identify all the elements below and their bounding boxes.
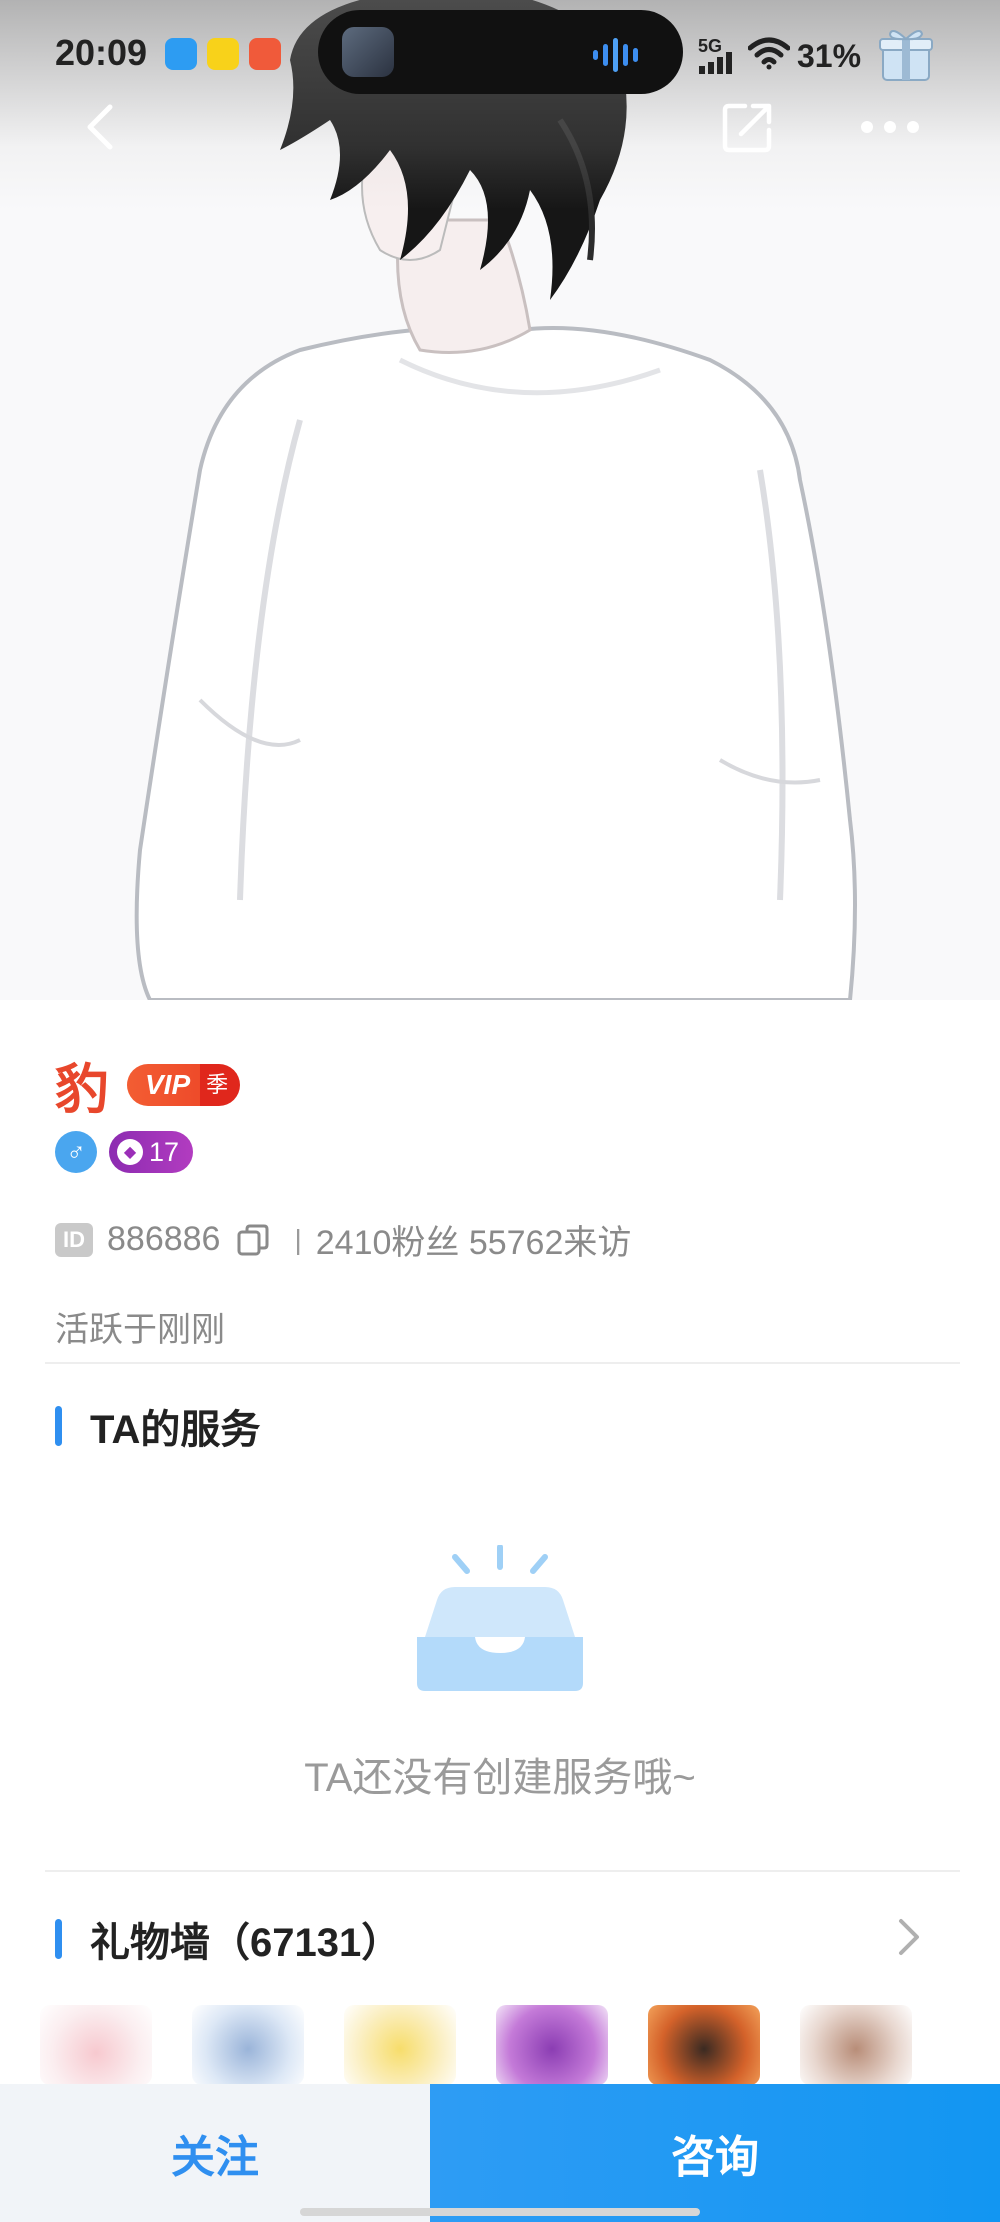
services-section-title: TA的服务 [55, 1397, 260, 1455]
profile-name-row: 豹 VIP 季 [55, 1045, 241, 1124]
copy-icon[interactable] [236, 1223, 270, 1257]
profile-name: 豹 [55, 1058, 109, 1121]
level-value: 17 [149, 1136, 180, 1167]
gift-wall-list [40, 2005, 960, 2085]
share-button[interactable] [713, 92, 783, 162]
share-icon [722, 103, 772, 153]
battery-percentage: 31% [797, 38, 862, 74]
status-bar: 20:09 5G 31% [0, 0, 1000, 110]
user-id: 886886 [107, 1220, 221, 1258]
star-gift-icon[interactable] [344, 2005, 456, 2085]
couple-gift-icon[interactable] [800, 2005, 912, 2085]
active-status: 活跃于刚刚 [55, 1311, 225, 1349]
separator: | [294, 1223, 302, 1255]
diamond-icon: ◆ [117, 1139, 143, 1165]
services-title: TA的服务 [90, 1408, 261, 1452]
castle-gift-icon[interactable] [496, 2005, 608, 2085]
media-thumbnail [342, 27, 394, 77]
audio-wave-icon [593, 38, 638, 72]
app-notification-icon [249, 38, 281, 70]
chevron-right-icon[interactable] [895, 1915, 923, 1959]
level-badge[interactable]: ◆ 17 [109, 1131, 194, 1173]
divider [45, 1362, 960, 1364]
dynamic-island[interactable] [318, 10, 683, 94]
car-gift-icon[interactable] [648, 2005, 760, 2085]
section-accent-bar [55, 1919, 62, 1959]
back-button[interactable] [65, 92, 135, 162]
chevron-left-icon [87, 104, 113, 150]
gender-male-icon: ♂ [55, 1131, 97, 1173]
profile-badges: ♂ ◆ 17 [55, 1131, 194, 1173]
gift-box-icon [879, 29, 933, 81]
section-accent-bar [55, 1406, 62, 1446]
consult-button[interactable]: 咨询 [430, 2084, 1000, 2222]
app-notification-icon [165, 38, 197, 70]
app-notification-icon [207, 38, 239, 70]
home-indicator[interactable] [300, 2208, 700, 2216]
vip-label: VIP [127, 1063, 201, 1106]
bottom-action-bar: 关注 咨询 [0, 2084, 1000, 2222]
id-tag: ID [55, 1222, 93, 1257]
wifi-icon [748, 37, 790, 70]
services-empty-text: TA还没有创建服务哦~ [304, 1756, 696, 1800]
wings-gift-icon[interactable] [40, 2005, 152, 2085]
vip-term: 季 [200, 1063, 241, 1106]
divider [45, 1870, 960, 1872]
more-icon [861, 121, 919, 133]
profile-cover-image[interactable] [0, 0, 1000, 1000]
status-time: 20:09 [55, 32, 148, 73]
fans-visits-stats: 2410粉丝 55762来访 [315, 1224, 632, 1262]
gift-wall-title: 礼物墙（67131） [90, 1921, 402, 1965]
signal-icon [699, 52, 732, 74]
gift-wall-section-title[interactable]: 礼物墙（67131） [55, 1910, 401, 1968]
empty-tray-icon [417, 1545, 583, 1691]
angel-gift-icon[interactable] [192, 2005, 304, 2085]
id-row: ID 886886 | 2410粉丝 55762来访 [55, 1215, 631, 1264]
more-button[interactable] [855, 92, 925, 162]
vip-badge[interactable]: VIP 季 [127, 1063, 241, 1106]
follow-button[interactable]: 关注 [0, 2084, 430, 2222]
